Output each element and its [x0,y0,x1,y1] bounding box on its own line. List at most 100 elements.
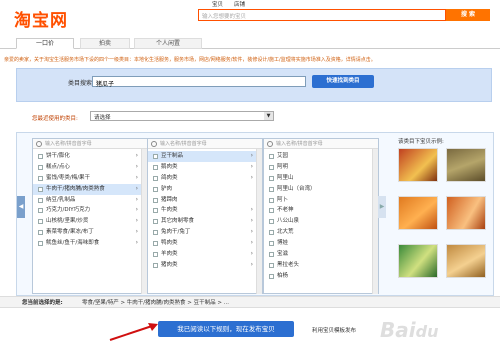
category-item-label: 驴肉 [161,185,173,192]
category-item-label: 兔肉干/兔丁 [161,229,191,236]
publish-button[interactable]: 我已阅读以下规则，现在发布宝贝 [158,321,294,337]
tab-auction[interactable]: 拍卖 [80,38,130,49]
chevron-right-icon: › [135,217,138,225]
category-column-3: 输入名称/拼音首字母 艾园阿明 阿里山 阿里山（台湾） 阿卜 不老神八公山泉北大荒博娃宝… [263,138,379,294]
category-icon [153,197,158,203]
category-item-label: 牛肉类 [161,207,178,214]
tab-divider [0,48,500,49]
column-search-input[interactable]: 输入名称/拼音首字母 [148,139,262,149]
category-icon [38,241,43,247]
category-icon [153,241,158,247]
category-item-label: 鸭肉类 [161,240,178,247]
taobao-logo[interactable]: 淘宝网 [14,6,68,31]
category-item[interactable]: 鸽肉类 › [148,173,256,184]
category-item-label: 饼干/膨化 [46,153,70,159]
search-tab-item[interactable]: 宝贝 [212,0,223,8]
category-item[interactable]: 纳豆/乳制品 › [33,195,141,206]
search-icon [151,140,157,147]
category-item-label: 猪蹄肉 [161,196,178,203]
category-icon [153,208,158,214]
category-item[interactable]: 驴肉 [148,184,256,195]
category-item[interactable]: 巧克力/DIY巧克力 › [33,205,141,216]
category-item[interactable]: 阿明 [264,162,372,173]
category-item-label: 黑拉老头 [277,261,300,268]
scrollbar[interactable] [256,149,262,294]
category-item-label: 猪肉类 [161,261,178,268]
category-item[interactable]: 阿卜 [264,195,372,206]
category-item[interactable]: 博娃 [264,238,372,249]
category-item[interactable]: 蜜饯/枣类/梅/果干 › [33,173,141,184]
scrollbar[interactable] [372,149,378,294]
category-item[interactable]: 鱿鱼丝/鱼干/海味即食 › [33,238,141,249]
category-item[interactable]: 饼干/膨化 › [33,151,141,162]
notice-text: 亲爱的卖家，关于淘宝生活服务市场下设的四个一级类目：本地化生活服务，服务市场，网… [4,57,376,63]
example-product-image [446,196,486,230]
category-icon [153,175,158,181]
chevron-down-icon[interactable]: ▼ [264,112,273,120]
category-item[interactable]: 鸭肉类 › [148,238,256,249]
selected-path-label: 您当前选择的是: [22,300,63,306]
category-item[interactable]: 羊肉类 › [148,249,256,260]
recent-category-select[interactable]: 请选择 [90,111,274,121]
category-item[interactable]: 猪肉类 › [148,260,256,271]
category-icon [269,273,274,279]
search-tab-shop[interactable]: 店铺 [234,0,245,8]
column-search-input[interactable]: 输入名称/拼音首字母 [264,139,378,149]
category-icon [269,219,274,225]
scroll-left-icon[interactable]: ◀ [17,196,25,218]
category-search-label: 类目搜索: [68,80,95,87]
category-item[interactable]: 兔肉干/兔丁 › [148,227,256,238]
template-publish-link[interactable]: 利用宝贝模板发布 [312,326,356,334]
chevron-right-icon: › [250,228,253,236]
category-icon [38,175,43,181]
category-item[interactable]: 北大荒 [264,227,372,238]
tab-personal-idle[interactable]: 个人闲置 [134,38,202,49]
category-icon [38,197,43,203]
category-item[interactable]: 素菜零食/果冻/布丁 › [33,227,141,238]
category-item-label: 不老神 [277,207,294,214]
selected-path-bar [0,296,500,308]
category-item[interactable]: 牛肉干/猪肉脯/肉类熟食 › [33,183,141,195]
category-item[interactable]: 猪蹄肉 [148,195,256,206]
category-item[interactable]: 糕点/点心 › [33,162,141,173]
category-item[interactable]: 黑拉老头 [264,260,372,271]
category-item[interactable]: 八公山泉 [264,216,372,227]
category-icon [153,230,158,236]
recent-category-label: 您最近使用的类目: [32,116,78,122]
find-category-button[interactable]: 快速找到类目 [312,75,374,88]
chevron-right-icon: › [250,162,253,170]
chevron-right-icon: › [250,250,253,257]
category-item-label: 鹅肉类 [161,163,178,170]
category-item-label: 八公山泉 [277,218,300,225]
category-icon [153,251,158,257]
category-icon [269,251,274,257]
category-item[interactable]: 其它肉制零食 › [148,216,256,227]
category-column-1: 输入名称/拼音首字母 饼干/膨化 › 糕点/点心 › 蜜饯/枣类/梅/果干 › 牛肉干/猪肉… [32,138,148,294]
category-item-label: 素菜零食/果冻/布丁 [46,229,94,236]
search-input[interactable]: 输入您想要的宝贝 [198,9,446,21]
search-button[interactable]: 搜 索 [446,9,490,21]
category-item[interactable]: 山核桃/坚果/炒货 › [33,216,141,227]
category-item-label: 博娃 [277,240,289,247]
category-search-input[interactable]: 猪瓜子 [92,76,306,88]
tab-fixed-price[interactable]: 一口价 [16,38,74,49]
category-item[interactable]: 艾园 [264,151,372,162]
category-item[interactable]: 牛肉类 › [148,205,256,216]
category-item[interactable]: 不老神 [264,205,372,216]
watermark-logo: Baidu [380,318,439,342]
category-item[interactable]: 豆干制品 › [148,151,256,162]
chevron-right-icon: › [135,195,138,203]
category-item-label: 艾园 [277,153,289,159]
column-search-input[interactable]: 输入名称/拼音首字母 [33,139,147,149]
category-item[interactable]: 阿里山 [264,173,372,184]
category-item[interactable]: 宝滋 [264,249,372,260]
category-item-label: 鸽肉类 [161,174,178,181]
category-item[interactable]: 阿里山（台湾） [264,184,372,195]
category-item-label: 蜜饯/枣类/梅/果干 [46,174,91,181]
scroll-right-icon[interactable]: ▶ [378,196,386,218]
category-item[interactable]: 柏杨 [264,271,372,282]
category-icon [269,208,274,214]
example-product-image [446,244,486,278]
category-column-2: 输入名称/拼音首字母 豆干制品 › 鹅肉类 › 鸽肉类 › 驴肉 猪蹄肉 牛肉类 › 其它肉制零食 ›… [147,138,263,294]
category-item[interactable]: 鹅肉类 › [148,162,256,173]
